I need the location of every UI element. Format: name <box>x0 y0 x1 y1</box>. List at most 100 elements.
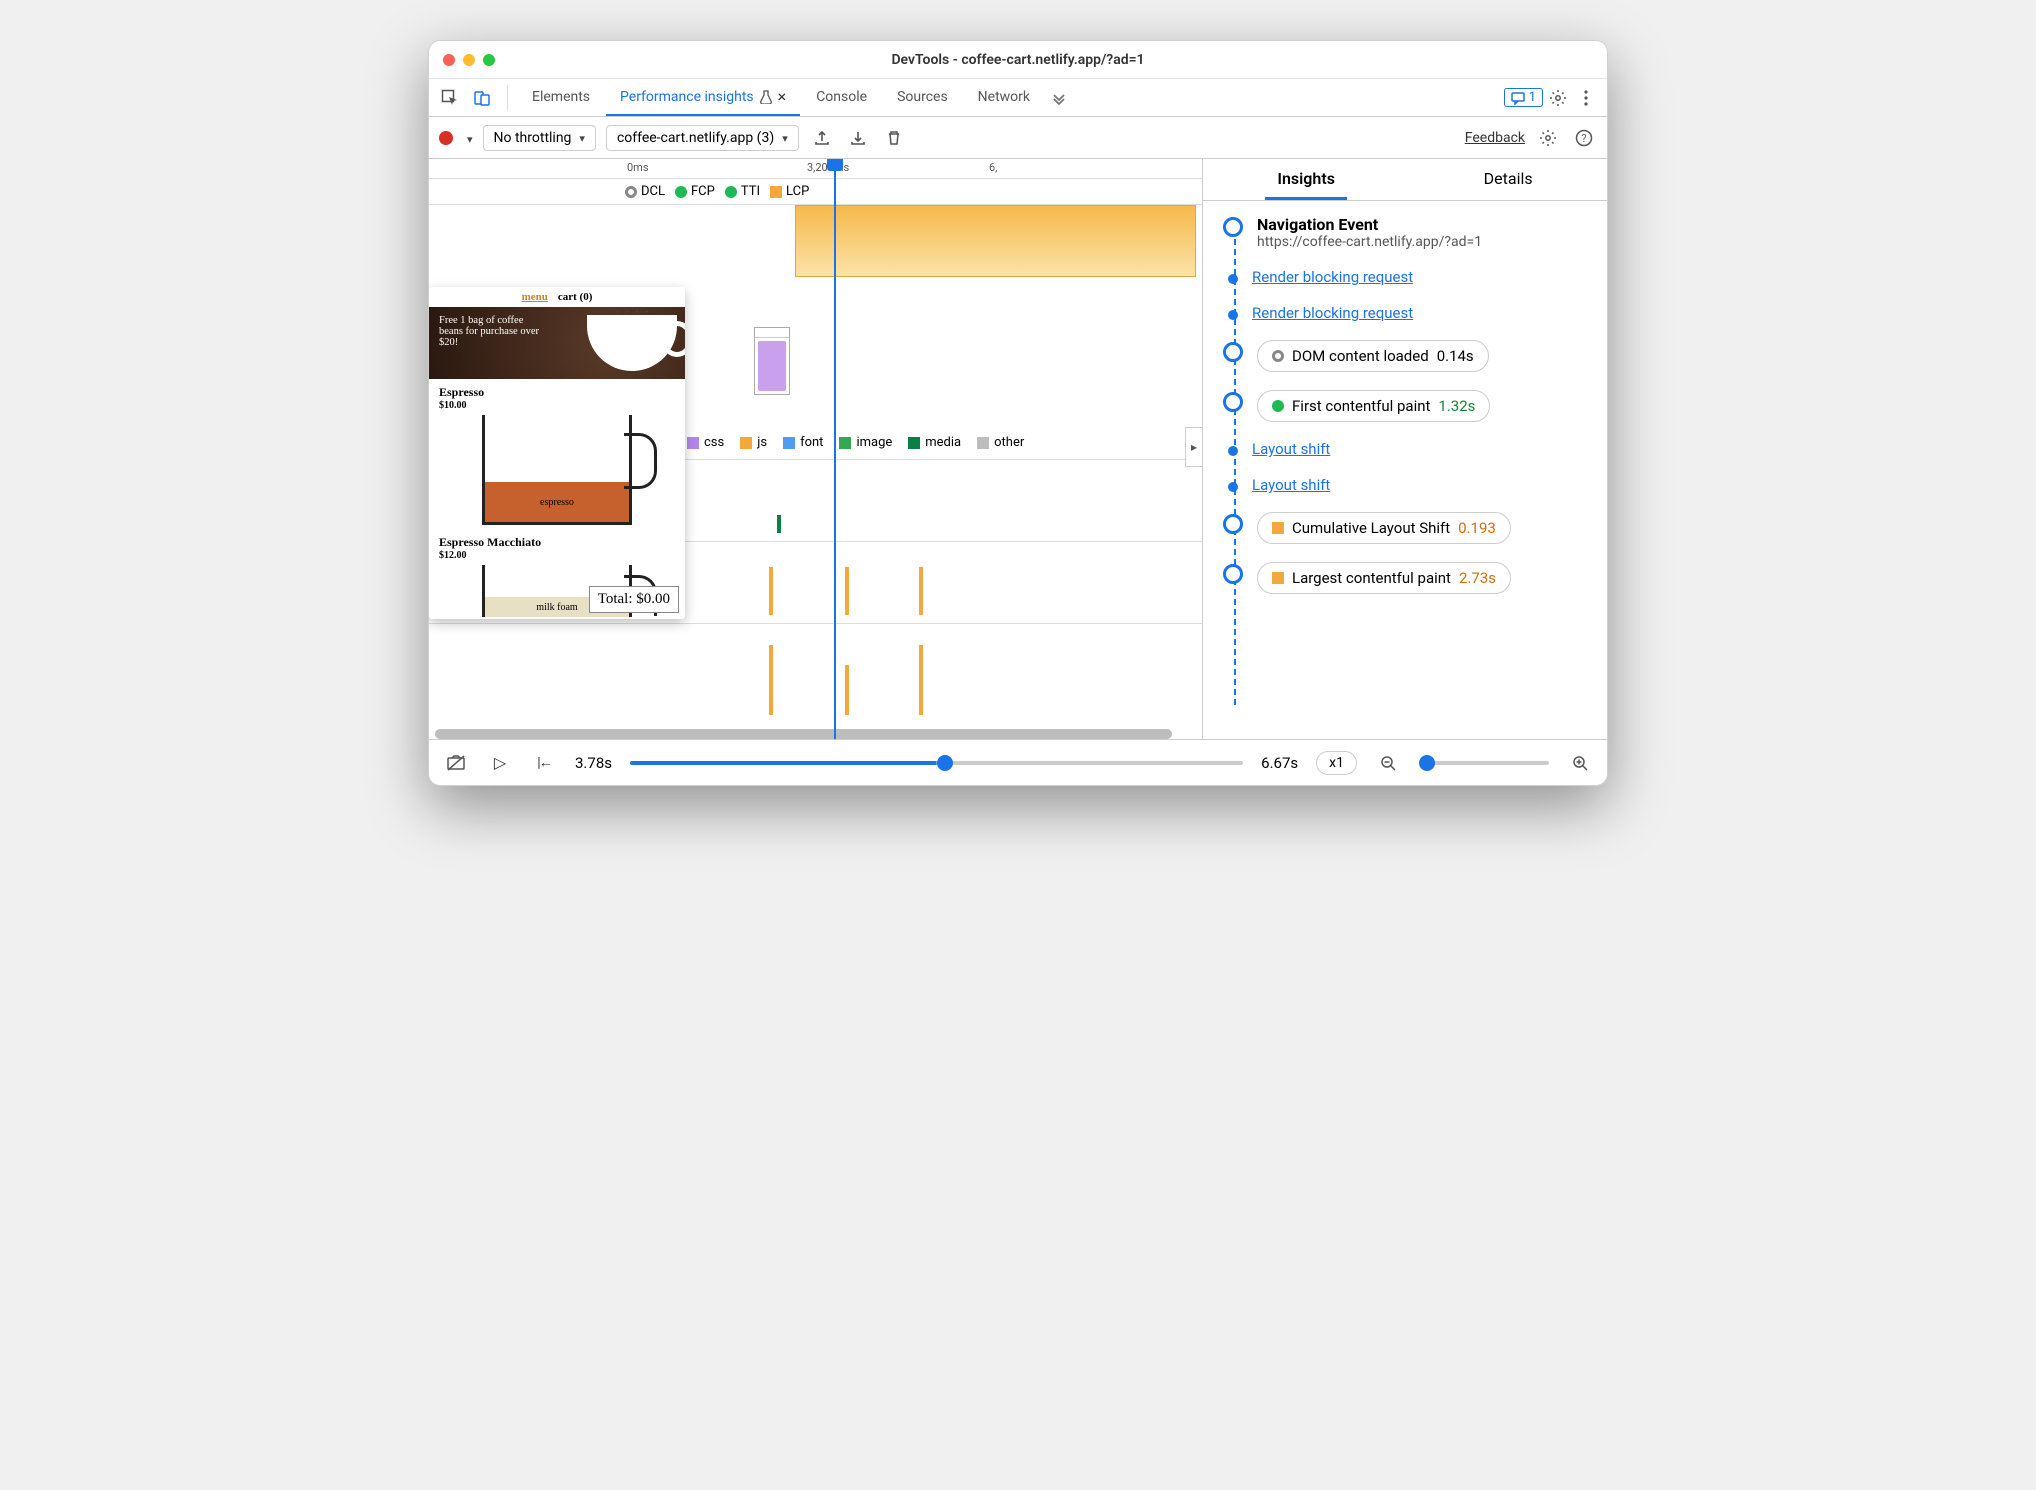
tab-insights[interactable]: Insights <box>1265 159 1347 200</box>
minimize-window-button[interactable] <box>463 54 475 66</box>
feedback-link[interactable]: Feedback <box>1465 130 1525 146</box>
tab-details[interactable]: Details <box>1472 159 1545 200</box>
timeline-pane[interactable]: 0ms 3,200ms 6, DCL FCP TTI LCP css js fo… <box>429 159 1203 739</box>
timeline-node-icon <box>1223 564 1243 584</box>
insights-list[interactable]: Navigation Event https://coffee-cart.net… <box>1203 201 1607 739</box>
timeline-highlight-region <box>795 205 1196 277</box>
delete-icon[interactable] <box>881 125 907 151</box>
square-icon <box>1272 522 1284 534</box>
screenshot-preview: menu cart (0) Free 1 bag of coffee beans… <box>429 287 685 619</box>
marker-lcp[interactable]: LCP <box>770 184 809 199</box>
horizontal-scrollbar[interactable] <box>435 729 1172 739</box>
mug-graphic: espresso <box>482 415 632 525</box>
marker-dcl[interactable]: DCL <box>625 184 665 199</box>
insight-render-blocking[interactable]: Render blocking request <box>1223 304 1593 322</box>
resource-legend: css js font image media other <box>687 435 1194 450</box>
inspect-element-icon[interactable] <box>437 85 463 111</box>
main-split: 0ms 3,200ms 6, DCL FCP TTI LCP css js fo… <box>429 159 1607 739</box>
performance-toolbar: No throttling coffee-cart.netlify.app (3… <box>429 117 1607 159</box>
collapse-sidebar-button[interactable]: ▸ <box>1185 427 1203 467</box>
help-icon[interactable]: ? <box>1571 125 1597 151</box>
coffee-cup-graphic <box>587 315 677 371</box>
rewind-button[interactable] <box>531 750 557 776</box>
tab-sources[interactable]: Sources <box>883 79 962 116</box>
record-icon <box>439 131 453 145</box>
dot-icon <box>1272 400 1284 412</box>
insight-lcp[interactable]: Largest contentful paint 2.73s <box>1223 562 1593 594</box>
ring-icon <box>1272 350 1284 362</box>
legend-image: image <box>839 435 892 450</box>
legend-media: media <box>908 435 961 450</box>
preview-banner-text: Free 1 bag of coffee beans for purchase … <box>439 315 549 348</box>
legend-js: js <box>740 435 767 450</box>
settings-icon[interactable] <box>1545 85 1571 111</box>
timeline-thumbnail[interactable] <box>754 327 790 395</box>
preview-nav: menu cart (0) <box>429 287 685 307</box>
export-icon[interactable] <box>809 125 835 151</box>
zoom-slider[interactable] <box>1419 761 1549 765</box>
timeline-node-icon <box>1228 274 1238 284</box>
legend-font: font <box>783 435 823 450</box>
record-menu-caret[interactable] <box>463 128 473 147</box>
close-window-button[interactable] <box>443 54 455 66</box>
zoom-out-icon[interactable] <box>1375 750 1401 776</box>
preview-menu-link: menu <box>522 291 548 303</box>
play-button[interactable] <box>487 750 513 776</box>
kebab-menu-icon[interactable] <box>1573 85 1599 111</box>
timeline-node-icon <box>1228 310 1238 320</box>
window-title: DevTools - coffee-cart.netlify.app/?ad=1 <box>429 52 1607 68</box>
panels-tabbar: Elements Performance insights × Console … <box>429 79 1607 117</box>
chevron-down-icon <box>575 130 585 146</box>
zoom-window-button[interactable] <box>483 54 495 66</box>
ruler-tick: 0ms <box>627 161 649 174</box>
more-tabs-icon[interactable] <box>1046 85 1072 111</box>
playhead[interactable] <box>834 159 836 739</box>
issues-badge[interactable]: 1 <box>1504 88 1543 107</box>
import-icon[interactable] <box>845 125 871 151</box>
tab-network[interactable]: Network <box>964 79 1044 116</box>
insight-fcp[interactable]: First contentful paint 1.32s <box>1223 390 1593 422</box>
device-toolbar-icon[interactable] <box>469 85 495 111</box>
svg-text:?: ? <box>1581 132 1586 145</box>
timeline-node-icon <box>1228 482 1238 492</box>
tab-console[interactable]: Console <box>802 79 881 116</box>
preview-total: Total: $0.00 <box>589 586 679 613</box>
record-button[interactable] <box>439 125 453 151</box>
end-time: 6.67s <box>1261 754 1298 772</box>
panel-settings-icon[interactable] <box>1535 125 1561 151</box>
markers-row: DCL FCP TTI LCP <box>429 179 1202 205</box>
chat-icon <box>1511 91 1525 105</box>
square-icon <box>1272 572 1284 584</box>
time-ruler[interactable]: 0ms 3,200ms 6, <box>429 159 1202 179</box>
devtools-window: DevTools - coffee-cart.netlify.app/?ad=1… <box>428 40 1608 786</box>
timeline-node-icon <box>1223 392 1243 412</box>
tab-elements[interactable]: Elements <box>518 79 604 116</box>
insight-render-blocking[interactable]: Render blocking request <box>1223 268 1593 286</box>
slider-thumb[interactable] <box>1419 755 1435 771</box>
preview-product-1: Espresso $10.00 espresso <box>429 379 685 533</box>
timeline-node-icon <box>1223 217 1243 237</box>
current-time: 3.78s <box>575 754 612 772</box>
close-tab-icon[interactable]: × <box>778 87 787 106</box>
zoom-in-icon[interactable] <box>1567 750 1593 776</box>
toggle-screenshot-icon[interactable] <box>443 750 469 776</box>
throttling-select[interactable]: No throttling <box>483 125 596 151</box>
timeline-node-icon <box>1228 446 1238 456</box>
traffic-lights <box>443 54 495 66</box>
marker-fcp[interactable]: FCP <box>675 184 715 199</box>
insight-layout-shift[interactable]: Layout shift <box>1223 440 1593 458</box>
insight-dcl[interactable]: DOM content loaded 0.14s <box>1223 340 1593 372</box>
playback-speed[interactable]: x1 <box>1316 751 1357 775</box>
tab-performance-insights[interactable]: Performance insights × <box>606 79 800 116</box>
ruler-tick: 6, <box>989 161 997 174</box>
insight-navigation-event[interactable]: Navigation Event https://coffee-cart.net… <box>1223 215 1593 250</box>
profile-select[interactable]: coffee-cart.netlify.app (3) <box>606 125 799 151</box>
insight-layout-shift[interactable]: Layout shift <box>1223 476 1593 494</box>
seek-slider[interactable] <box>630 761 1243 765</box>
marker-tti[interactable]: TTI <box>725 184 760 199</box>
insight-cls[interactable]: Cumulative Layout Shift 0.193 <box>1223 512 1593 544</box>
timeline-node-icon <box>1223 342 1243 362</box>
slider-thumb[interactable] <box>937 755 953 771</box>
preview-banner: Free 1 bag of coffee beans for purchase … <box>429 307 685 379</box>
legend-css: css <box>687 435 724 450</box>
